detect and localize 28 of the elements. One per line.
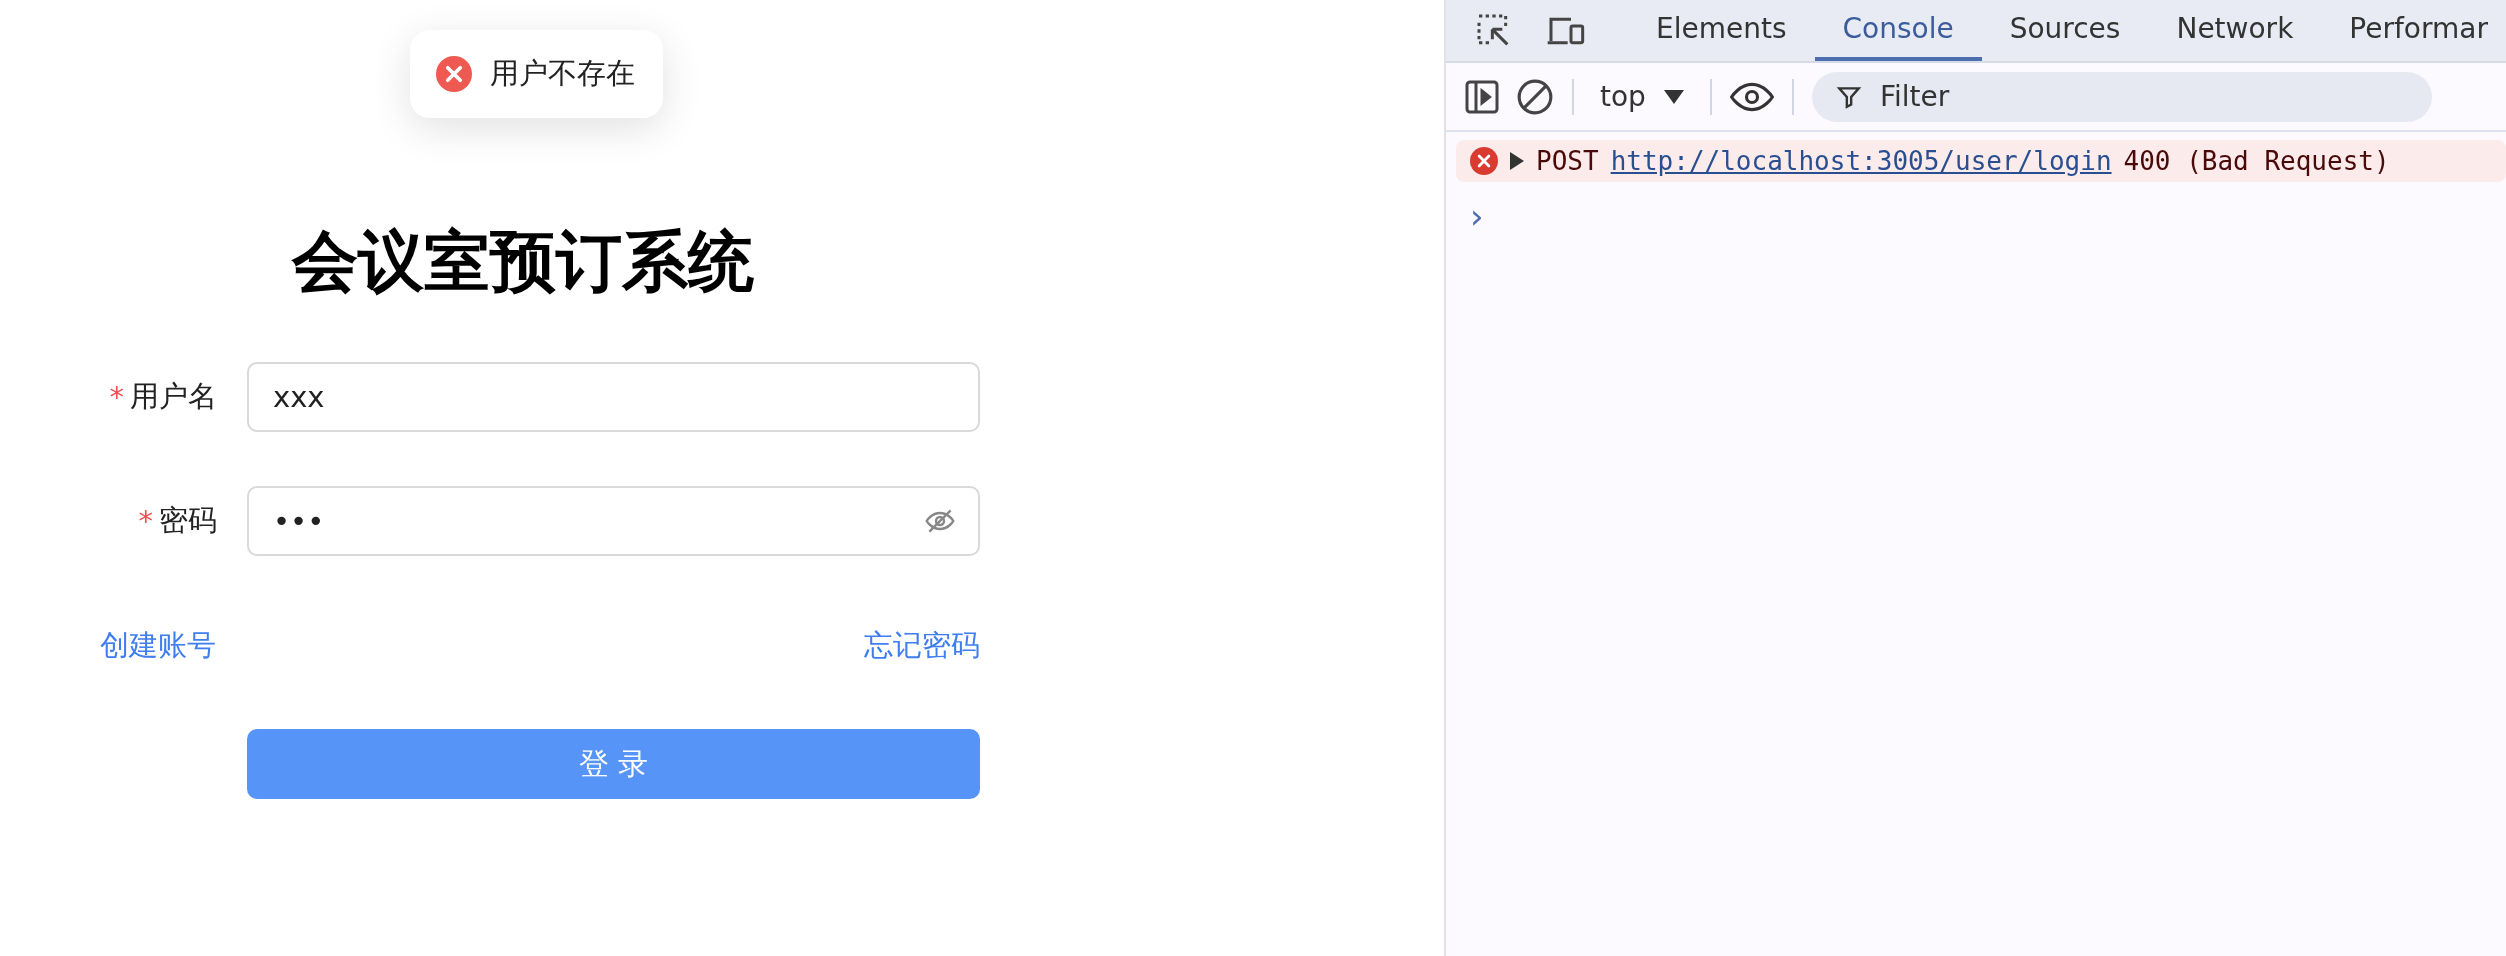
required-mark: * xyxy=(109,380,124,414)
field-label: 密码 xyxy=(159,502,217,539)
forgot-password-link[interactable]: 忘记密码 xyxy=(864,626,980,666)
field-label: 用户名 xyxy=(130,378,217,415)
error-icon xyxy=(1470,147,1498,175)
request-method: POST xyxy=(1536,146,1599,176)
response-status: 400 (Bad Request) xyxy=(2123,146,2390,176)
request-url-link[interactable]: http://localhost:3005/user/login xyxy=(1610,146,2112,176)
create-account-link[interactable]: 创建账号 xyxy=(100,626,216,666)
required-mark: * xyxy=(138,504,153,538)
toast-message: 用户不存在 xyxy=(490,55,635,92)
devtools-tab[interactable]: Performar xyxy=(2321,0,2506,61)
eye-icon[interactable] xyxy=(1729,80,1774,113)
devtools-tab[interactable]: Sources xyxy=(1981,0,2149,61)
console-prompt[interactable]: › xyxy=(1470,196,2506,236)
password-field[interactable]: ••• xyxy=(247,486,980,556)
page-title: 会议室预订系统 xyxy=(292,222,754,302)
filter-field[interactable]: Filter xyxy=(1811,71,2432,122)
expand-triangle-icon[interactable] xyxy=(1510,152,1524,170)
username-field[interactable]: xxx xyxy=(247,362,980,432)
devtools-tab[interactable]: Console xyxy=(1814,0,1982,61)
sidebar-toggle-icon[interactable] xyxy=(1464,78,1500,115)
clear-console-icon[interactable] xyxy=(1516,77,1554,116)
caret-icon xyxy=(1663,89,1684,104)
context-dropdown[interactable]: top xyxy=(1592,80,1692,113)
devtools-tab[interactable]: Elements xyxy=(1628,0,1815,61)
error-icon xyxy=(436,56,472,92)
devtools-tab[interactable]: Network xyxy=(2148,0,2322,61)
